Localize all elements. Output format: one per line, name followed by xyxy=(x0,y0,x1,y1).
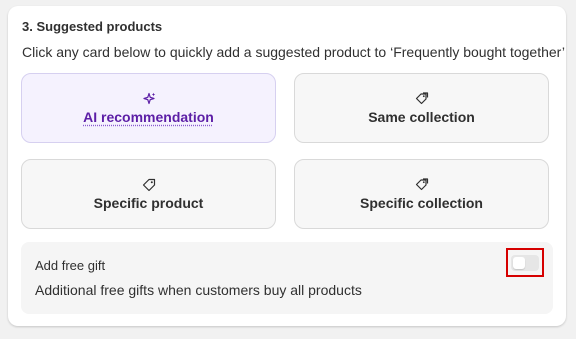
free-gift-description: Additional free gifts when customers buy… xyxy=(35,282,362,298)
free-gift-toggle[interactable] xyxy=(511,255,539,271)
tag-icon xyxy=(142,178,155,191)
ai-recommendation-label: AI recommendation xyxy=(83,108,214,125)
free-gift-title: Add free gift xyxy=(35,258,106,273)
specific-collection-card[interactable]: Specific collection xyxy=(294,159,549,229)
section-title: 3. Suggested products xyxy=(22,19,163,34)
sparkles-icon xyxy=(142,92,155,104)
specific-collection-label: Specific collection xyxy=(360,194,483,211)
collection-tags-icon xyxy=(415,177,428,190)
specific-product-card[interactable]: Specific product xyxy=(21,159,276,229)
suggested-products-panel: 3. Suggested products Click any card bel… xyxy=(8,6,566,326)
free-gift-setting: Add free gift Additional free gifts when… xyxy=(21,242,553,314)
section-instructions: Click any card below to quickly add a su… xyxy=(22,44,565,60)
specific-product-label: Specific product xyxy=(93,194,204,211)
ai-recommendation-card[interactable]: AI recommendation xyxy=(21,73,276,143)
same-collection-label: Same collection xyxy=(368,108,475,125)
collection-tags-icon xyxy=(415,91,428,104)
toggle-knob xyxy=(513,257,525,269)
same-collection-card[interactable]: Same collection xyxy=(294,73,549,143)
